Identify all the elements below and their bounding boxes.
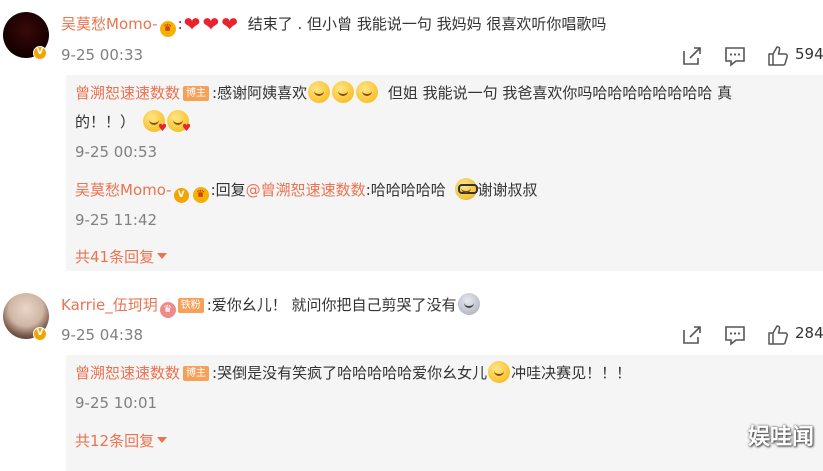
emoji-icon bbox=[308, 81, 331, 103]
reply-username[interactable]: 吴莫愁Momo- bbox=[75, 181, 172, 199]
reply-block bbox=[66, 75, 823, 271]
caret-down-icon bbox=[157, 437, 168, 443]
more-replies-label: 共12条回复 bbox=[75, 432, 155, 450]
more-replies-label: 共41条回复 bbox=[75, 248, 155, 266]
mention-link[interactable]: @曾溯恕速速数数 bbox=[246, 181, 366, 199]
watermark: 娱哇闻 bbox=[747, 425, 814, 450]
reply-username[interactable]: 曾溯恕速速数数 bbox=[75, 364, 180, 382]
reply-text: 谢谢叔叔 bbox=[477, 181, 538, 199]
comment-line: 吴莫愁Momo- ♛:❤ ❤ ❤ 结束了 . 但小曾 我能说一句 我妈妈 很喜欢听你唱… bbox=[61, 12, 607, 37]
reply-username[interactable]: 曾溯恕速速数数 bbox=[75, 84, 180, 102]
comment-actions: 594 bbox=[681, 45, 823, 67]
reply-line: 吴莫愁Momo- V ♛:回复@曾溯恕速速数数:哈哈哈哈哈 谢谢叔叔 bbox=[75, 178, 538, 203]
verified-badge-icon: V bbox=[33, 46, 47, 60]
blogger-tag: 博主 bbox=[183, 86, 210, 101]
verified-badge-icon: V bbox=[33, 327, 47, 341]
emoji-icon bbox=[167, 110, 191, 134]
crown-badge-icon: ♛ bbox=[159, 302, 176, 318]
blogger-tag: 博主 bbox=[183, 366, 210, 381]
reply-text: 但姐 我能说一句 我爸喜欢你吗哈哈哈哈哈哈哈哈 真 bbox=[387, 84, 733, 102]
reply-text: :感谢阿姨喜欢 bbox=[212, 84, 308, 102]
emoji-icon bbox=[143, 110, 167, 134]
comment-username[interactable]: 吴莫愁Momo- bbox=[61, 15, 158, 33]
like-count: 284 bbox=[795, 324, 823, 342]
heart-emoji-icon: ❤ bbox=[183, 12, 201, 36]
like-icon[interactable] bbox=[767, 324, 789, 346]
more-replies-link[interactable]: 共12条回复 bbox=[75, 430, 168, 451]
comment-line: Karrie_伍珂玥 ♛ 铁粉:爱你幺儿！ 就问你把自己剪哭了没有 bbox=[61, 293, 481, 318]
like-icon[interactable] bbox=[767, 45, 789, 67]
reply-text: 冲哇决赛见！！！ bbox=[511, 364, 632, 382]
reply-text: :哭倒是没有笑疯了哈哈哈哈哈爱你幺女儿 bbox=[212, 364, 488, 382]
reply-time: 9-25 00:53 bbox=[75, 143, 158, 161]
comment-actions: 284 bbox=[681, 324, 823, 346]
share-icon[interactable] bbox=[681, 45, 703, 67]
reply-line: 的！！） bbox=[75, 110, 191, 134]
share-icon[interactable] bbox=[681, 324, 703, 346]
reply-time: 9-25 11:42 bbox=[75, 211, 158, 229]
comment-text: 结束了 . 但小曾 我能说一句 我妈妈 很喜欢听你唱歌吗 bbox=[247, 15, 607, 33]
verified-badge-icon: V bbox=[173, 188, 189, 203]
heart-emoji-icon: ❤ bbox=[221, 12, 238, 36]
more-replies-link[interactable]: 共41条回复 bbox=[75, 246, 168, 267]
emoji-icon bbox=[356, 81, 379, 103]
like-count: 594 bbox=[795, 45, 823, 63]
crown-badge-icon: ♛ bbox=[192, 187, 209, 203]
reply-time: 9-25 10:01 bbox=[75, 394, 158, 412]
emoji-icon bbox=[457, 293, 480, 315]
reply-text: 的！！） bbox=[75, 113, 136, 131]
comment-username[interactable]: Karrie_伍珂玥 bbox=[61, 296, 158, 314]
emoji-icon bbox=[332, 81, 355, 103]
reply-text: :哈哈哈哈哈 bbox=[365, 181, 446, 199]
comment-icon[interactable] bbox=[724, 324, 746, 346]
comment-time: 9-25 00:33 bbox=[61, 46, 144, 64]
reply-line: 曾溯恕速速数数 博主:感谢阿姨喜欢 但姐 我能说一句 我爸喜欢你吗哈哈哈哈哈哈哈哈… bbox=[75, 81, 732, 104]
emoji-icon bbox=[488, 361, 511, 383]
reply-line: 曾溯恕速速数数 博主:哭倒是没有笑疯了哈哈哈哈哈爱你幺女儿 冲哇决赛见！！！ bbox=[75, 361, 631, 384]
comment-icon[interactable] bbox=[724, 45, 746, 67]
caret-down-icon bbox=[157, 253, 168, 259]
crown-badge-icon: ♛ bbox=[159, 21, 176, 37]
heart-emoji-icon: ❤ bbox=[202, 12, 220, 36]
emoji-icon bbox=[454, 178, 478, 200]
comment-text: :爱你幺儿！ 就问你把自己剪哭了没有 bbox=[206, 296, 457, 314]
comment-time: 9-25 04:38 bbox=[61, 326, 144, 344]
fan-badge: 铁粉 bbox=[177, 298, 204, 313]
